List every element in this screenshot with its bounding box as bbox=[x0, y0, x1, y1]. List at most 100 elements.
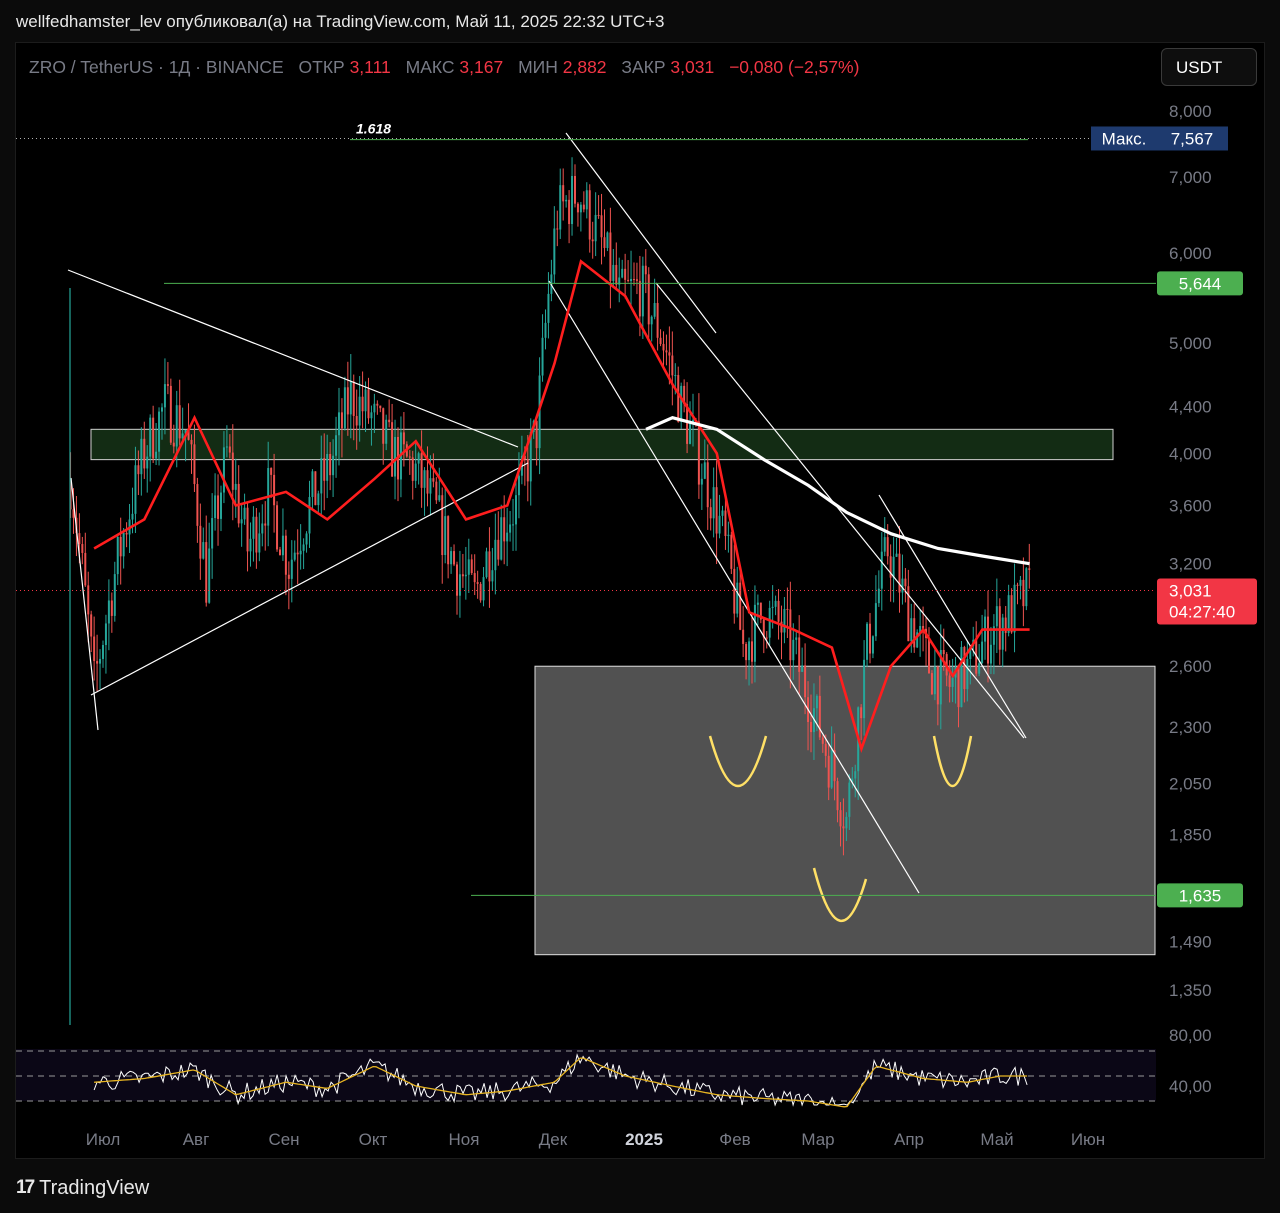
candle bbox=[709, 498, 712, 531]
candle-body bbox=[765, 637, 768, 639]
candle-body bbox=[367, 389, 370, 419]
candle-body bbox=[638, 280, 641, 317]
candle-body bbox=[1016, 584, 1019, 586]
candle bbox=[482, 567, 485, 607]
candle-body bbox=[789, 609, 792, 661]
candle-body bbox=[913, 618, 916, 648]
candle-body bbox=[512, 524, 515, 526]
candle bbox=[680, 382, 683, 430]
candle-body bbox=[458, 574, 461, 596]
candle-body bbox=[87, 585, 90, 615]
max-marker-label: Макс. bbox=[1102, 129, 1147, 148]
candle bbox=[1025, 567, 1028, 611]
candle bbox=[149, 414, 152, 482]
candle bbox=[217, 474, 220, 546]
candle-body bbox=[632, 278, 635, 280]
legend-high-label: МАКС bbox=[406, 57, 455, 77]
price-tick-label: 1,850 bbox=[1169, 825, 1212, 844]
candle bbox=[930, 670, 933, 696]
candle bbox=[591, 221, 594, 259]
candle bbox=[783, 597, 786, 644]
candle-body bbox=[323, 458, 326, 481]
candle-body bbox=[771, 606, 774, 608]
candle-body bbox=[795, 637, 798, 640]
candle bbox=[113, 561, 116, 622]
candle-body bbox=[214, 495, 217, 519]
candle-body bbox=[541, 337, 544, 376]
candle bbox=[621, 259, 624, 279]
candle-body bbox=[863, 659, 866, 719]
candle bbox=[411, 450, 414, 500]
legend-open-value: 3,111 bbox=[350, 57, 391, 77]
candle bbox=[780, 605, 783, 660]
candle-body bbox=[727, 534, 730, 536]
candle bbox=[600, 193, 603, 265]
candle-body bbox=[246, 507, 249, 552]
candle-body bbox=[603, 237, 606, 248]
chart-panel[interactable]: USDT ZRO / TetherUS · 1Д · BINANCE ОТКР … bbox=[15, 42, 1265, 1159]
candle-body bbox=[942, 649, 945, 655]
candle bbox=[237, 465, 240, 528]
candle bbox=[169, 378, 172, 445]
candle-body bbox=[615, 264, 618, 285]
candle-body bbox=[175, 405, 178, 447]
candle-body bbox=[119, 536, 122, 557]
candle bbox=[768, 600, 771, 645]
time-tick-label: Мар bbox=[801, 1130, 834, 1149]
time-tick-label: Дек bbox=[539, 1130, 568, 1149]
candle-body bbox=[627, 279, 630, 282]
candle bbox=[565, 195, 568, 208]
candle-body bbox=[326, 453, 329, 481]
candle-body bbox=[240, 519, 243, 524]
currency-button[interactable]: USDT bbox=[1161, 48, 1257, 86]
time-tick-label: Авг bbox=[183, 1130, 210, 1149]
candle bbox=[293, 540, 296, 562]
candle bbox=[376, 400, 379, 415]
candle bbox=[166, 362, 169, 395]
tradingview-logo-icon: 17 bbox=[16, 1177, 35, 1198]
legend-low-label: МИН bbox=[518, 57, 558, 77]
candle bbox=[514, 480, 517, 551]
chart-svg[interactable]: ZRO / TetherUS · 1Д · BINANCE ОТКР 3,111… bbox=[16, 43, 1264, 1158]
candle bbox=[491, 547, 494, 591]
candle bbox=[588, 184, 591, 253]
footer-logo-text[interactable]: TradingView bbox=[39, 1177, 149, 1200]
candle-body bbox=[936, 666, 939, 705]
candle-body bbox=[910, 618, 913, 642]
candle-body bbox=[228, 446, 231, 453]
candle-body bbox=[963, 646, 966, 690]
candle-body bbox=[544, 322, 547, 338]
time-tick-label: Фев bbox=[719, 1130, 750, 1149]
candle bbox=[99, 649, 102, 690]
candle bbox=[907, 569, 910, 642]
candle-body bbox=[715, 487, 718, 534]
candle bbox=[933, 647, 936, 701]
candle-body bbox=[258, 533, 261, 553]
candle bbox=[541, 314, 544, 382]
candle bbox=[559, 168, 562, 239]
candle bbox=[84, 532, 87, 587]
candle bbox=[801, 647, 804, 673]
candle bbox=[904, 568, 907, 603]
candle bbox=[544, 309, 547, 350]
candle-body bbox=[340, 412, 343, 429]
time-axis[interactable]: Июл Авг Сен Окт Ноя Дек 2025 Фев Мар Апр Май Июн bbox=[86, 1130, 1105, 1149]
candle bbox=[373, 393, 376, 434]
legend-low-value: 2,882 bbox=[563, 57, 607, 77]
candle bbox=[683, 379, 686, 413]
candle bbox=[562, 168, 565, 221]
time-tick-label: Окт bbox=[359, 1130, 388, 1149]
candle-body bbox=[798, 637, 801, 672]
candle-body bbox=[411, 457, 414, 481]
candle-body bbox=[482, 577, 485, 601]
candle bbox=[299, 524, 302, 570]
candle-body bbox=[84, 552, 87, 586]
candle bbox=[506, 507, 509, 567]
candle bbox=[199, 503, 202, 580]
candle-body bbox=[470, 559, 473, 574]
price-tick-label: 2,600 bbox=[1169, 657, 1212, 676]
candle-body bbox=[211, 518, 214, 549]
candle bbox=[571, 157, 574, 236]
candle-body bbox=[243, 507, 246, 520]
price-tick-label: 4,400 bbox=[1169, 397, 1212, 416]
